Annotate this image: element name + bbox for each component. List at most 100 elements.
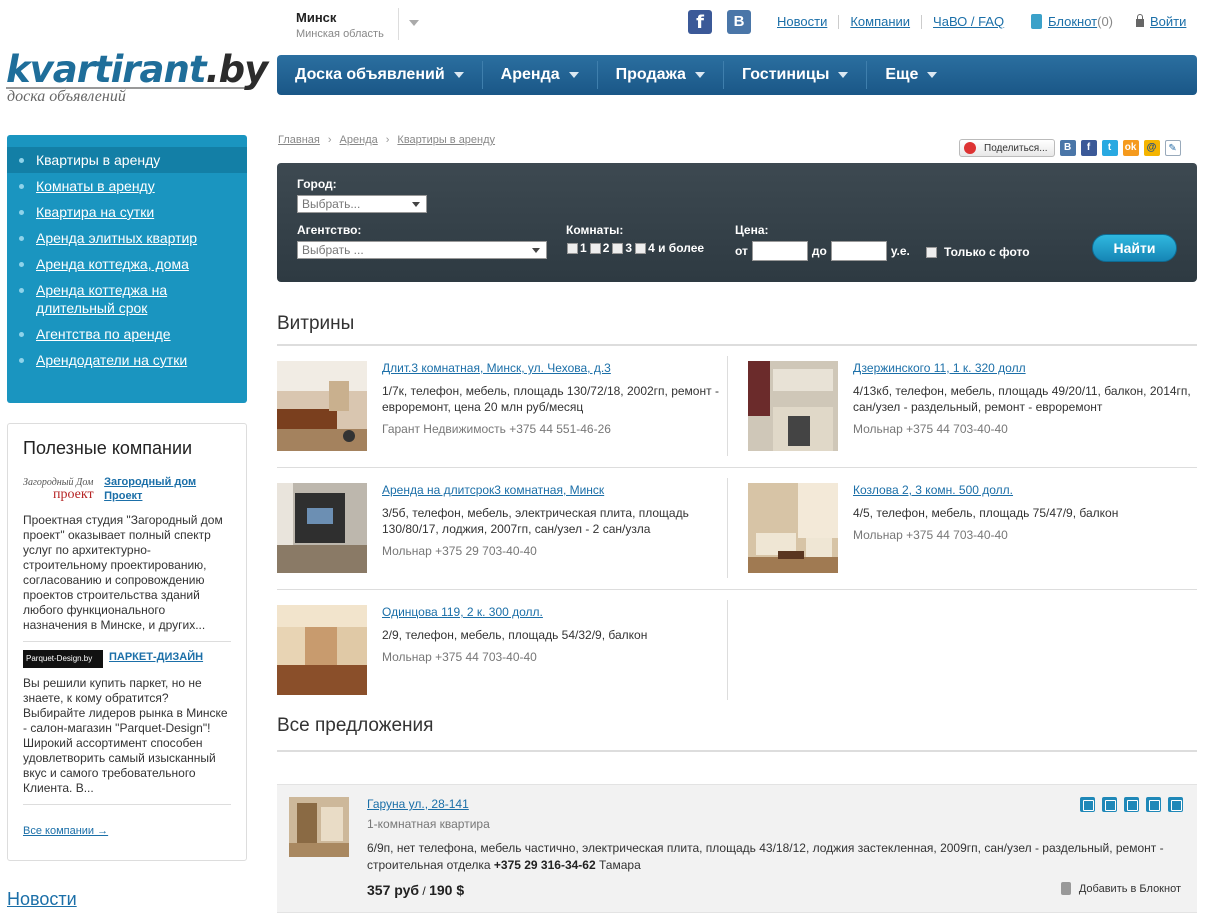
company-link[interactable]: Загородный дом Проект <box>104 475 231 503</box>
room-label: 2 <box>602 241 610 255</box>
breadcrumb-separator: › <box>327 134 332 146</box>
city-selector[interactable]: Минск Минская область <box>296 10 384 40</box>
vitrina-description: 4/13кб, телефон, мебель, площадь 49/20/1… <box>853 384 1191 414</box>
chevron-down-icon[interactable] <box>409 20 419 26</box>
sidebar-item-cottage-long[interactable]: Аренда коттеджа на длительный срок <box>7 277 247 321</box>
breadcrumb-rent[interactable]: Аренда <box>340 134 378 146</box>
city-divider <box>398 8 399 40</box>
vitrina-title[interactable]: Длит.3 комнатная, Минск, ул. Чехова, д.3 <box>382 361 611 375</box>
livejournal-share-icon[interactable]: ✎ <box>1164 140 1181 156</box>
twitter-share-icon[interactable]: t <box>1101 140 1118 156</box>
company-link[interactable]: ПАРКЕТ-ДИЗАЙН <box>109 650 203 664</box>
odnoklassniki-share-icon[interactable]: ok <box>1122 140 1139 156</box>
room-1-checkbox[interactable] <box>567 242 578 254</box>
offer-type: 1-комнатная квартира <box>367 817 490 831</box>
company-logo[interactable]: Загородный Дом проект <box>23 475 99 505</box>
nav-hotels[interactable]: Гостиницы <box>724 55 866 95</box>
sidebar-item-cottage[interactable]: Аренда коттеджа, дома <box>7 251 247 277</box>
offer-owner: Тамара <box>599 858 641 872</box>
vitrina-title[interactable]: Козлова 2, 3 комн. 500 долл. <box>853 483 1013 497</box>
room-2-checkbox[interactable] <box>589 242 601 254</box>
search-button[interactable]: Найти <box>1092 234 1177 262</box>
breadcrumb-home[interactable]: Главная <box>278 134 320 146</box>
divider <box>921 14 923 29</box>
vkontakte-share-icon[interactable]: В <box>1059 140 1076 156</box>
vitrina-title[interactable]: Одинцова 119, 2 к. 300 долл. <box>382 605 543 619</box>
vitrina-title[interactable]: Аренда на длитсрок3 комнатная, Минск <box>382 483 604 497</box>
listing-photo[interactable] <box>289 797 349 857</box>
sidebar-item-apartments-rent[interactable]: Квартиры в аренду <box>7 147 247 173</box>
notepad-count: (0) <box>1097 14 1114 29</box>
vkontakte-icon[interactable]: B <box>727 10 751 34</box>
price-to-input[interactable] <box>830 241 887 261</box>
photo-only-checkbox[interactable] <box>926 246 937 258</box>
offer-details: 6/9п, нет телефона, мебель частично, эле… <box>367 841 1164 872</box>
nav-board[interactable]: Доска объявлений <box>277 55 482 95</box>
login-label[interactable]: Войти <box>1150 14 1186 29</box>
section-rule <box>277 750 1197 752</box>
sidebar-item-label: Аренда элитных квартир <box>36 230 198 246</box>
mailru-share-icon[interactable]: @ <box>1143 140 1160 156</box>
price-to-label: до <box>811 244 827 258</box>
listing-photo[interactable] <box>277 361 367 451</box>
facebook-icon[interactable]: f <box>688 10 712 34</box>
listing-photo[interactable] <box>748 483 838 573</box>
offer-price: 357 руб / 190 $ <box>367 882 464 898</box>
listing-photo[interactable] <box>277 483 367 573</box>
listing-photo[interactable] <box>277 605 367 695</box>
price-unit: у.е. <box>890 244 910 258</box>
lock-icon <box>1136 13 1144 27</box>
top-link-faq[interactable]: ЧаВО / FAQ <box>933 14 1004 29</box>
add-to-notepad[interactable]: Добавить в Блокнот <box>1060 882 1181 895</box>
news-link[interactable]: Новости <box>7 889 77 910</box>
agency-select[interactable]: Выбрать ... <box>297 241 547 259</box>
notepad-icon <box>1031 14 1042 29</box>
nav-hotels-label: Гостиницы <box>741 66 830 83</box>
nav-rent[interactable]: Аренда <box>483 55 597 95</box>
notepad-link[interactable]: Блокнот (0) <box>1031 14 1113 29</box>
offer-title[interactable]: Гаруна ул., 28-141 <box>367 797 469 811</box>
photo-only-label: Только с фото <box>944 245 1030 259</box>
login-link[interactable]: Войти <box>1136 13 1186 29</box>
offer-description: 6/9п, нет телефона, мебель частично, эле… <box>367 840 1177 874</box>
share-button[interactable]: Поделиться... <box>959 139 1055 157</box>
logo-text: kvartirant.by <box>6 48 268 91</box>
offers-title: Все предложения <box>277 715 434 736</box>
notepad-label[interactable]: Блокнот <box>1048 14 1097 29</box>
sidebar-item-daily[interactable]: Квартира на сутки <box>7 199 247 225</box>
listing-photo[interactable] <box>748 361 838 451</box>
share-icon <box>964 142 976 154</box>
tv-icon <box>1146 797 1161 812</box>
sidebar-item-elite[interactable]: Аренда элитных квартир <box>7 225 247 251</box>
top-link-companies[interactable]: Компании <box>850 14 910 29</box>
wardrobe-icon <box>1124 797 1139 812</box>
price-from-input[interactable] <box>751 241 808 261</box>
breadcrumb-apartments[interactable]: Квартиры в аренду <box>397 134 495 146</box>
vitrina-card: Одинцова 119, 2 к. 300 долл. 2/9, телефо… <box>277 605 727 697</box>
caret-down-icon <box>927 72 938 78</box>
nav-sale[interactable]: Продажа <box>598 55 723 95</box>
nav-more[interactable]: Еще <box>867 55 955 95</box>
bullet-icon <box>19 236 24 241</box>
phone-icon <box>1080 797 1095 812</box>
top-link-news[interactable]: Новости <box>777 14 827 29</box>
vitrina-card: Дзержинского 11, 1 к. 320 долл 4/13кб, т… <box>748 361 1198 453</box>
city-select[interactable]: Выбрать... <box>297 195 427 213</box>
all-companies-link[interactable]: Все компании → <box>23 825 108 837</box>
bullet-icon <box>19 158 24 163</box>
company-logo[interactable]: Parquet-Design.by <box>23 650 103 668</box>
bullet-icon <box>19 184 24 189</box>
agency-label: Агентство: <box>297 223 362 237</box>
price-from-label: от <box>735 244 748 258</box>
room-3-checkbox[interactable] <box>612 242 624 254</box>
room-4-checkbox[interactable] <box>635 242 647 254</box>
vitrina-title[interactable]: Дзержинского 11, 1 к. 320 долл <box>853 361 1026 375</box>
sidebar-item-rooms-rent[interactable]: Комнаты в аренду <box>7 173 247 199</box>
sidebar-item-agencies[interactable]: Агентства по аренде <box>7 321 247 347</box>
vitrina-description: 2/9, телефон, мебель, площадь 54/32/9, б… <box>382 628 648 642</box>
column-divider <box>727 478 728 578</box>
sidebar-item-landlords[interactable]: Арендодатели на сутки <box>7 347 247 373</box>
facebook-share-icon[interactable]: f <box>1080 140 1097 156</box>
vitrina-contact: Мольнар +375 44 703-40-40 <box>853 528 1008 542</box>
site-logo[interactable]: kvartirant.by доска объявлений <box>6 48 268 110</box>
